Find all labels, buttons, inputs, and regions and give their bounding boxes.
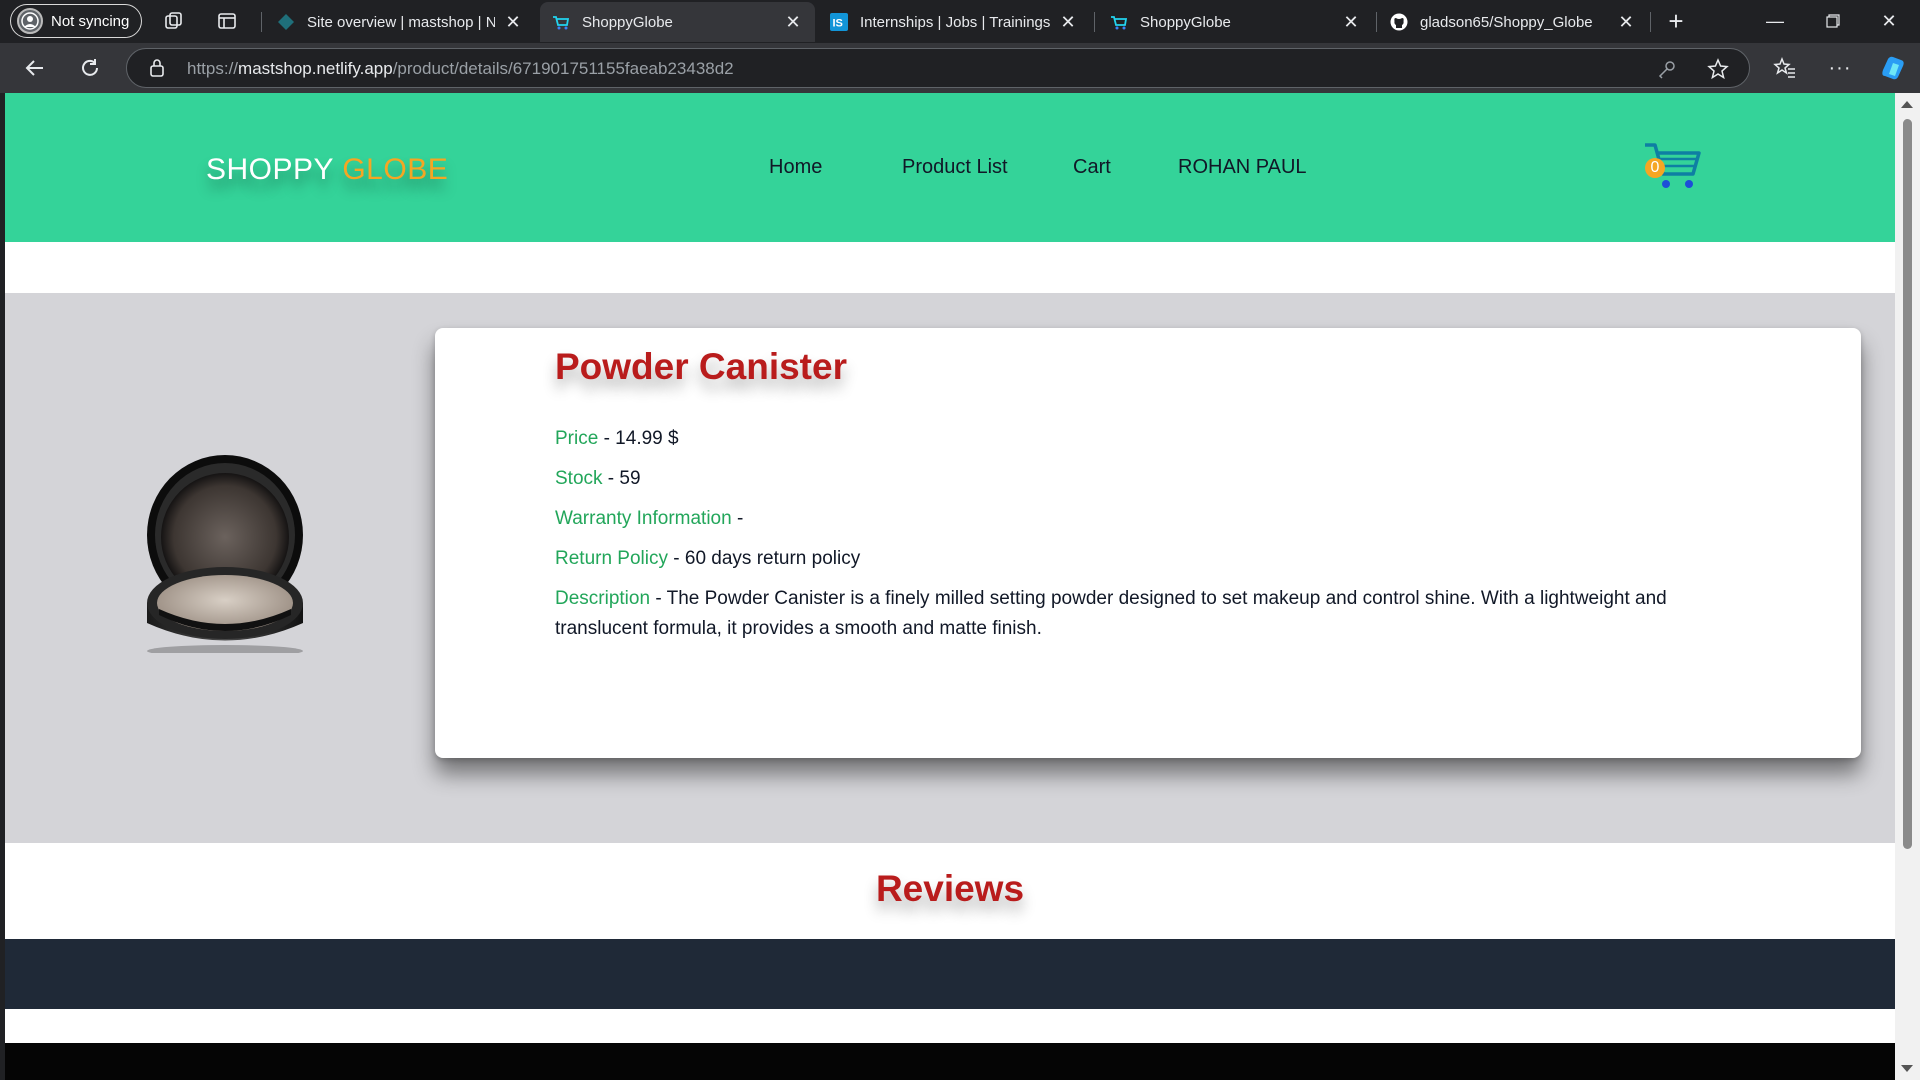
tab-title: gladson65/Shoppy_Globe [1420, 13, 1593, 31]
reviews-heading: Reviews [875, 868, 1025, 909]
workspaces-icon[interactable] [162, 9, 186, 33]
stock-value: - 59 [602, 468, 641, 489]
lock-icon[interactable] [149, 58, 165, 83]
more-menu-icon[interactable]: ··· [1825, 53, 1855, 83]
key-icon[interactable] [1657, 59, 1677, 84]
tab-title: ShoppyGlobe [582, 13, 673, 31]
close-tab-icon[interactable]: ✕ [503, 12, 523, 33]
return-policy-label: Return Policy [555, 548, 668, 569]
nav-home-link[interactable]: Home [769, 156, 822, 179]
site-header: SHOPPY GLOBE Home Product List Cart ROHA… [5, 93, 1895, 242]
nav-product-list-link[interactable]: Product List [902, 156, 1008, 179]
product-image [147, 455, 303, 653]
tab-netlify-overview[interactable]: Site overview | mastshop | Netlify ✕ [265, 2, 535, 42]
site-logo[interactable]: SHOPPY GLOBE [206, 153, 448, 187]
profile-avatar-icon [17, 8, 43, 34]
tab-github[interactable]: gladson65/Shoppy_Globe ✕ [1378, 2, 1648, 42]
minimize-icon[interactable]: — [1748, 0, 1802, 42]
nav-cart-link[interactable]: Cart [1073, 156, 1111, 179]
warranty-label: Warranty Information [555, 508, 732, 529]
footer [5, 1043, 1895, 1080]
profile-label: Not syncing [51, 12, 130, 30]
close-tab-icon[interactable]: ✕ [783, 12, 803, 33]
page-viewport: SHOPPY GLOBE Home Product List Cart ROHA… [5, 93, 1895, 1080]
internshala-favicon-icon: IS [830, 13, 848, 31]
svg-text:IS: IS [833, 18, 843, 30]
restore-icon[interactable] [1806, 0, 1860, 42]
close-tab-icon[interactable]: ✕ [1616, 12, 1636, 33]
price-value: - 14.99 $ [598, 428, 679, 449]
price-label: Price [555, 428, 599, 449]
nav-user-link[interactable]: ROHAN PAUL [1178, 156, 1307, 179]
new-tab-icon[interactable]: + [1664, 6, 1688, 36]
netlify-favicon-icon [277, 13, 295, 31]
page-scrollbar[interactable] [1895, 93, 1920, 1080]
cart-favicon-icon [552, 13, 570, 31]
tab-shoppyglobe-2[interactable]: ShoppyGlobe ✕ [1098, 2, 1373, 42]
return-policy-value: - 60 days return policy [668, 548, 861, 569]
return-policy-row: Return Policy - 60 days return policy [555, 544, 1755, 574]
description-row: Description - The Powder Canister is a f… [555, 584, 1755, 644]
stock-label: Stock [555, 468, 603, 489]
tab-actions-icon[interactable] [215, 9, 239, 33]
favorites-icon[interactable] [1770, 53, 1800, 83]
github-favicon-icon [1390, 13, 1408, 31]
tab-internshala[interactable]: IS Internships | Jobs | Trainings & more… [818, 2, 1090, 42]
scroll-up-icon[interactable] [1901, 101, 1913, 108]
url-text: https://mastshop.netlify.app/product/det… [187, 59, 734, 78]
tab-shoppyglobe-active[interactable]: ShoppyGlobe ✕ [540, 2, 815, 42]
favorite-star-icon[interactable] [1707, 58, 1729, 85]
browser-toolbar: https://mastshop.netlify.app/product/det… [0, 43, 1920, 93]
description-value: - The Powder Canister is a finely milled… [555, 588, 1667, 639]
scroll-down-icon[interactable] [1901, 1065, 1913, 1072]
browser-tab-strip: Not syncing Site overview | mastshop | N… [0, 0, 1920, 43]
product-detail-card: Powder Canister Price - 14.99 $ Stock - … [435, 328, 1861, 758]
warranty-row: Warranty Information - [555, 504, 1755, 534]
tab-title: Internships | Jobs | Trainings & more [860, 13, 1050, 31]
address-bar[interactable]: https://mastshop.netlify.app/product/det… [126, 48, 1750, 88]
stock-row: Stock - 59 [555, 464, 1755, 494]
tab-title: Site overview | mastshop | Netlify [307, 13, 495, 31]
copilot-icon[interactable] [1878, 53, 1908, 83]
close-tab-icon[interactable]: ✕ [1341, 12, 1361, 33]
product-section: Powder Canister Price - 14.99 $ Stock - … [5, 293, 1895, 843]
scrollbar-thumb[interactable] [1903, 119, 1912, 849]
refresh-icon[interactable] [75, 53, 105, 83]
profile-button[interactable]: Not syncing [10, 4, 143, 38]
product-title: Powder Canister [555, 346, 847, 387]
warranty-value: - [731, 508, 744, 529]
close-tab-icon[interactable]: ✕ [1058, 12, 1078, 33]
cart-favicon-icon [1110, 13, 1128, 31]
description-label: Description [555, 588, 651, 609]
price-row: Price - 14.99 $ [555, 424, 1755, 454]
tab-title: ShoppyGlobe [1140, 13, 1231, 31]
cart-count-badge: 0 [1645, 158, 1665, 178]
reviews-container [5, 939, 1895, 1009]
close-window-icon[interactable]: ✕ [1862, 0, 1916, 42]
back-icon[interactable] [20, 53, 50, 83]
